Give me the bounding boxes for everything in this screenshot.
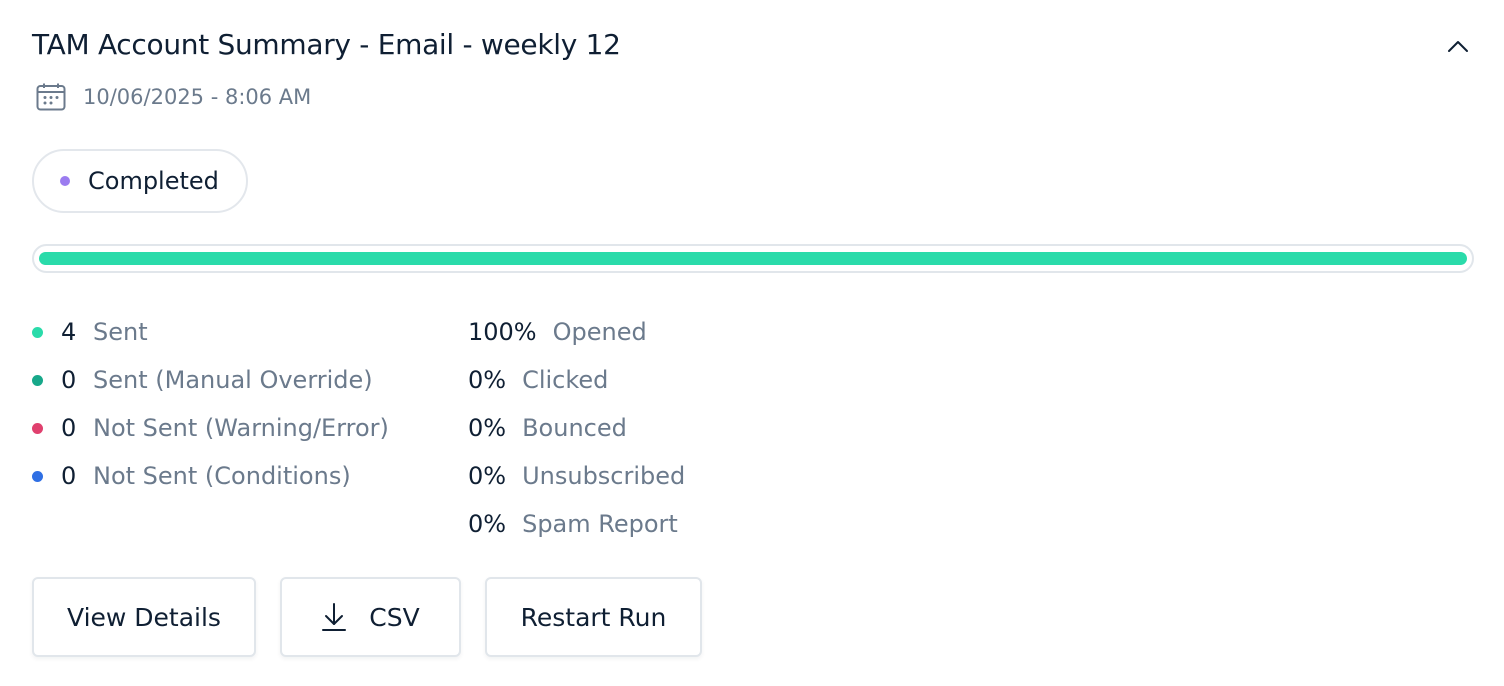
run-title: TAM Account Summary - Email - weekly 12 [32,28,621,61]
stat-count: 0 [61,366,77,394]
stat-count: 0 [61,462,77,490]
run-datetime: 10/06/2025 - 8:06 AM [83,85,312,109]
stat-dot [32,374,43,386]
stat-label: Bounced [522,414,627,442]
status-dot [60,176,70,186]
csv-label: CSV [369,602,420,632]
stat-spam-report: 0% Spam Report [468,500,685,548]
collapse-button[interactable] [1438,30,1478,62]
stat-percent: 0% [468,414,507,442]
progress-fill [39,252,1467,265]
stat-label: Spam Report [522,510,678,538]
stat-label: Not Sent (Conditions) [93,462,351,490]
stat-percent: 0% [468,462,507,490]
stat-not-sent-conditions: 0 Not Sent (Conditions) [32,452,389,500]
stat-not-sent-error: 0 Not Sent (Warning/Error) [32,404,389,452]
stat-sent-manual-override: 0 Sent (Manual Override) [32,356,389,404]
stat-label: Unsubscribed [522,462,686,490]
stat-count: 0 [61,414,77,442]
stat-label: Sent [93,318,148,346]
calendar-icon [36,83,66,111]
download-csv-button[interactable]: CSV [280,577,461,657]
status-label: Completed [88,167,219,195]
progress-bar [32,244,1474,273]
stat-opened: 100% Opened [468,308,685,356]
stat-clicked: 0% Clicked [468,356,685,404]
stat-dot [32,470,43,482]
stat-dot [32,422,43,434]
stat-label: Opened [552,318,647,346]
stat-count: 4 [61,318,77,346]
stat-bounced: 0% Bounced [468,404,685,452]
stat-dot [32,326,43,338]
stat-percent: 100% [468,318,537,346]
chevron-up-icon [1448,41,1468,52]
view-details-button[interactable]: View Details [32,577,256,657]
stat-percent: 0% [468,510,507,538]
stat-percent: 0% [468,366,507,394]
stat-sent: 4 Sent [32,308,389,356]
run-date: 10/06/2025 - 8:06 AM [36,83,311,111]
stat-label: Not Sent (Warning/Error) [93,414,389,442]
stat-label: Clicked [522,366,609,394]
delivery-stats: 4 Sent 0 Sent (Manual Override) 0 Not Se… [32,308,389,500]
action-bar: View Details CSV Restart Run [32,577,702,657]
restart-run-button[interactable]: Restart Run [485,577,702,657]
engagement-stats: 100% Opened 0% Clicked 0% Bounced 0% Uns… [468,308,685,548]
status-badge: Completed [32,149,248,213]
stat-unsubscribed: 0% Unsubscribed [468,452,685,500]
stat-label: Sent (Manual Override) [93,366,373,394]
download-icon [322,603,347,631]
